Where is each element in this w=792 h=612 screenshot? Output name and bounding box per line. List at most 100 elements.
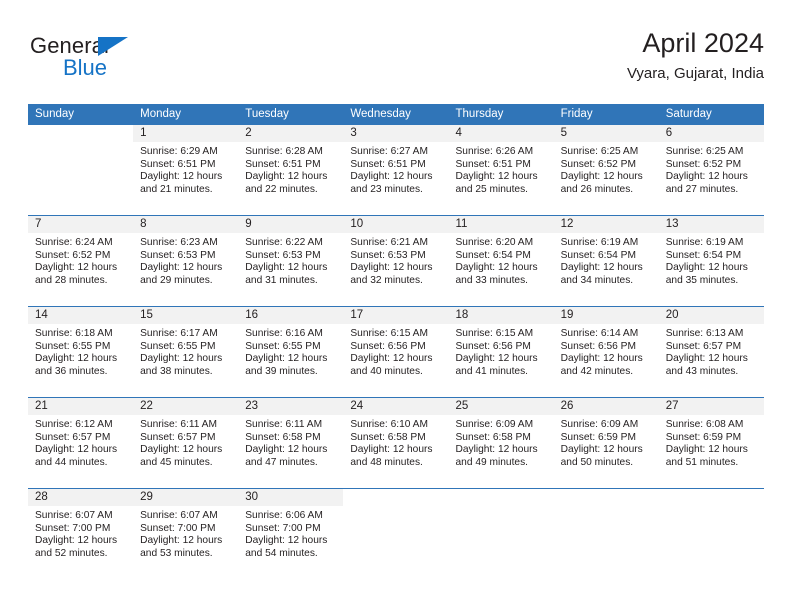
day-cell-2[interactable]: 2 Sunrise: 6:28 AM Sunset: 6:51 PM Daylight… bbox=[238, 125, 344, 215]
day-detail-line: Sunrise: 6:12 AM bbox=[35, 419, 113, 430]
day-details: Sunrise: 6:25 AM Sunset: 6:52 PM Daylight:… bbox=[554, 142, 659, 196]
calendar-week-cells: 14 Sunrise: 6:18 AM Sunset: 6:55 PM Dayligh… bbox=[28, 307, 764, 397]
day-details: Sunrise: 6:11 AM Sunset: 6:58 PM Daylight:… bbox=[238, 415, 343, 469]
day-detail-line: Sunset: 6:51 PM bbox=[350, 158, 426, 170]
day-detail-line: Daylight: 12 hours bbox=[455, 262, 538, 274]
day-cell-25[interactable]: 25 Sunrise: 6:09 AM Sunset: 6:58 PM Dayligh… bbox=[448, 398, 554, 488]
day-number: 3 bbox=[343, 125, 449, 142]
day-cell-3[interactable]: 3 Sunrise: 6:27 AM Sunset: 6:51 PM Daylight… bbox=[343, 125, 449, 215]
day-cell-30[interactable]: 30 Sunrise: 6:06 AM Sunset: 7:00 PM Dayligh… bbox=[238, 489, 344, 579]
day-cell-4[interactable]: 4 Sunrise: 6:26 AM Sunset: 6:51 PM Daylight… bbox=[448, 125, 554, 215]
day-detail-line: Daylight: 12 hours bbox=[35, 535, 118, 547]
day-detail-line: Sunset: 6:55 PM bbox=[140, 340, 216, 352]
day-cell-empty bbox=[554, 489, 659, 579]
day-detail-line: and 27 minutes. bbox=[665, 183, 739, 195]
day-cell-24[interactable]: 24 Sunrise: 6:10 AM Sunset: 6:58 PM Dayligh… bbox=[343, 398, 449, 488]
day-cell-9[interactable]: 9 Sunrise: 6:22 AM Sunset: 6:53 PM Daylight… bbox=[238, 216, 344, 306]
day-detail-line: Sunset: 6:53 PM bbox=[350, 249, 426, 261]
day-details bbox=[659, 506, 764, 510]
day-cell-10[interactable]: 10 Sunrise: 6:21 AM Sunset: 6:53 PM Dayligh… bbox=[343, 216, 449, 306]
day-detail-line: Sunrise: 6:15 AM bbox=[350, 328, 428, 339]
day-detail-line: and 26 minutes. bbox=[560, 183, 634, 195]
day-detail-line: Sunset: 6:51 PM bbox=[140, 158, 216, 170]
day-cell-15[interactable]: 15 Sunrise: 6:17 AM Sunset: 6:55 PM Dayligh… bbox=[133, 307, 239, 397]
day-number: 27 bbox=[658, 398, 764, 415]
day-number: 5 bbox=[553, 125, 659, 142]
day-detail-line: Sunset: 6:57 PM bbox=[35, 431, 111, 443]
day-detail-line: Sunrise: 6:16 AM bbox=[245, 328, 323, 339]
day-detail-line: Sunset: 6:54 PM bbox=[455, 249, 531, 261]
day-detail-line: Daylight: 12 hours bbox=[245, 444, 328, 456]
day-detail-line: and 39 minutes. bbox=[245, 365, 318, 377]
weekday-header-saturday: Saturday bbox=[665, 108, 712, 120]
day-detail-line: and 52 minutes. bbox=[35, 547, 108, 559]
day-detail-line: Sunrise: 6:19 AM bbox=[665, 237, 744, 248]
day-cell-26[interactable]: 26 Sunrise: 6:09 AM Sunset: 6:59 PM Dayligh… bbox=[553, 398, 659, 488]
calendar-grid: Sunday Monday Tuesday Wednesday Thursday Frid… bbox=[28, 104, 764, 579]
day-detail-line: Sunrise: 6:29 AM bbox=[140, 146, 218, 157]
day-detail-line: Sunset: 6:58 PM bbox=[245, 431, 321, 443]
day-cell-22[interactable]: 22 Sunrise: 6:11 AM Sunset: 6:57 PM Dayligh… bbox=[133, 398, 239, 488]
day-detail-line: and 25 minutes. bbox=[455, 183, 529, 195]
day-detail-line: Sunset: 6:54 PM bbox=[560, 249, 636, 261]
day-cell-18[interactable]: 18 Sunrise: 6:15 AM Sunset: 6:56 PM Dayligh… bbox=[448, 307, 554, 397]
day-detail-line: Sunrise: 6:06 AM bbox=[245, 510, 323, 521]
day-detail-line: and 21 minutes. bbox=[140, 183, 213, 195]
day-cell-empty bbox=[659, 489, 764, 579]
day-cell-11[interactable]: 11 Sunrise: 6:20 AM Sunset: 6:54 PM Dayligh… bbox=[448, 216, 554, 306]
day-cell-19[interactable]: 19 Sunrise: 6:14 AM Sunset: 6:56 PM Dayligh… bbox=[553, 307, 659, 397]
day-detail-line: and 42 minutes. bbox=[560, 365, 634, 377]
day-details: Sunrise: 6:15 AM Sunset: 6:56 PM Daylight:… bbox=[343, 324, 448, 378]
day-cell-1[interactable]: 1 Sunrise: 6:29 AM Sunset: 6:51 PM Daylight… bbox=[133, 125, 239, 215]
day-cell-21[interactable]: 21 Sunrise: 6:12 AM Sunset: 6:57 PM Dayligh… bbox=[28, 398, 134, 488]
day-detail-line: Daylight: 12 hours bbox=[350, 262, 433, 274]
day-cell-6[interactable]: 6 Sunrise: 6:25 AM Sunset: 6:52 PM Daylight… bbox=[658, 125, 764, 215]
day-detail-line: Sunset: 6:52 PM bbox=[35, 249, 111, 261]
day-detail-line: Sunrise: 6:09 AM bbox=[560, 419, 639, 430]
day-details: Sunrise: 6:18 AM Sunset: 6:55 PM Daylight:… bbox=[28, 324, 133, 378]
day-detail-line: and 49 minutes. bbox=[455, 456, 529, 468]
day-details: Sunrise: 6:21 AM Sunset: 6:53 PM Daylight:… bbox=[343, 233, 448, 287]
day-cell-7[interactable]: 7 Sunrise: 6:24 AM Sunset: 6:52 PM Daylight… bbox=[28, 216, 134, 306]
day-detail-line: and 31 minutes. bbox=[245, 274, 318, 286]
day-number: 20 bbox=[658, 307, 764, 324]
day-detail-line: Sunrise: 6:15 AM bbox=[455, 328, 534, 339]
day-detail-line: and 35 minutes. bbox=[665, 274, 739, 286]
day-cell-23[interactable]: 23 Sunrise: 6:11 AM Sunset: 6:58 PM Dayligh… bbox=[238, 398, 344, 488]
day-cell-20[interactable]: 20 Sunrise: 6:13 AM Sunset: 6:57 PM Dayligh… bbox=[658, 307, 764, 397]
day-detail-line: Sunrise: 6:19 AM bbox=[560, 237, 639, 248]
day-details bbox=[554, 506, 659, 510]
calendar-week-row: 21 Sunrise: 6:12 AM Sunset: 6:57 PM Dayligh… bbox=[28, 397, 764, 488]
day-cell-27[interactable]: 27 Sunrise: 6:08 AM Sunset: 6:59 PM Dayligh… bbox=[658, 398, 764, 488]
day-cell-28[interactable]: 28 Sunrise: 6:07 AM Sunset: 7:00 PM Dayligh… bbox=[28, 489, 134, 579]
day-cell-16[interactable]: 16 Sunrise: 6:16 AM Sunset: 6:55 PM Dayligh… bbox=[238, 307, 344, 397]
day-detail-line: Daylight: 12 hours bbox=[35, 353, 118, 365]
day-cell-8[interactable]: 8 Sunrise: 6:23 AM Sunset: 6:53 PM Daylight… bbox=[133, 216, 239, 306]
day-number: 2 bbox=[238, 125, 344, 142]
day-details: Sunrise: 6:25 AM Sunset: 6:52 PM Daylight:… bbox=[659, 142, 764, 196]
day-detail-line: Daylight: 12 hours bbox=[560, 353, 643, 365]
day-details: Sunrise: 6:16 AM Sunset: 6:55 PM Daylight:… bbox=[238, 324, 343, 378]
day-detail-line: Sunrise: 6:24 AM bbox=[35, 237, 113, 248]
day-cell-29[interactable]: 29 Sunrise: 6:07 AM Sunset: 7:00 PM Dayligh… bbox=[133, 489, 239, 579]
day-details: Sunrise: 6:14 AM Sunset: 6:56 PM Daylight:… bbox=[554, 324, 659, 378]
day-detail-line: and 44 minutes. bbox=[35, 456, 108, 468]
day-detail-line: Sunset: 6:57 PM bbox=[665, 340, 742, 352]
day-cell-14[interactable]: 14 Sunrise: 6:18 AM Sunset: 6:55 PM Dayligh… bbox=[28, 307, 134, 397]
day-number bbox=[449, 489, 554, 506]
weekday-header-wednesday: Wednesday bbox=[350, 108, 411, 120]
day-detail-line: Sunset: 6:53 PM bbox=[245, 249, 321, 261]
day-cell-13[interactable]: 13 Sunrise: 6:19 AM Sunset: 6:54 PM Dayligh… bbox=[658, 216, 764, 306]
day-detail-line: Daylight: 12 hours bbox=[245, 535, 328, 547]
day-cell-17[interactable]: 17 Sunrise: 6:15 AM Sunset: 6:56 PM Dayligh… bbox=[343, 307, 449, 397]
day-detail-line: Sunset: 6:51 PM bbox=[455, 158, 531, 170]
general-blue-logo[interactable]: General Blue bbox=[30, 34, 210, 90]
calendar-week-row: 14 Sunrise: 6:18 AM Sunset: 6:55 PM Dayligh… bbox=[28, 306, 764, 397]
day-details: Sunrise: 6:29 AM Sunset: 6:51 PM Daylight:… bbox=[133, 142, 238, 196]
day-cell-empty bbox=[28, 125, 133, 215]
day-cell-12[interactable]: 12 Sunrise: 6:19 AM Sunset: 6:54 PM Dayligh… bbox=[553, 216, 659, 306]
day-detail-line: and 22 minutes. bbox=[245, 183, 318, 195]
day-number: 6 bbox=[658, 125, 764, 142]
day-cell-empty bbox=[449, 489, 554, 579]
day-cell-5[interactable]: 5 Sunrise: 6:25 AM Sunset: 6:52 PM Daylight… bbox=[553, 125, 659, 215]
